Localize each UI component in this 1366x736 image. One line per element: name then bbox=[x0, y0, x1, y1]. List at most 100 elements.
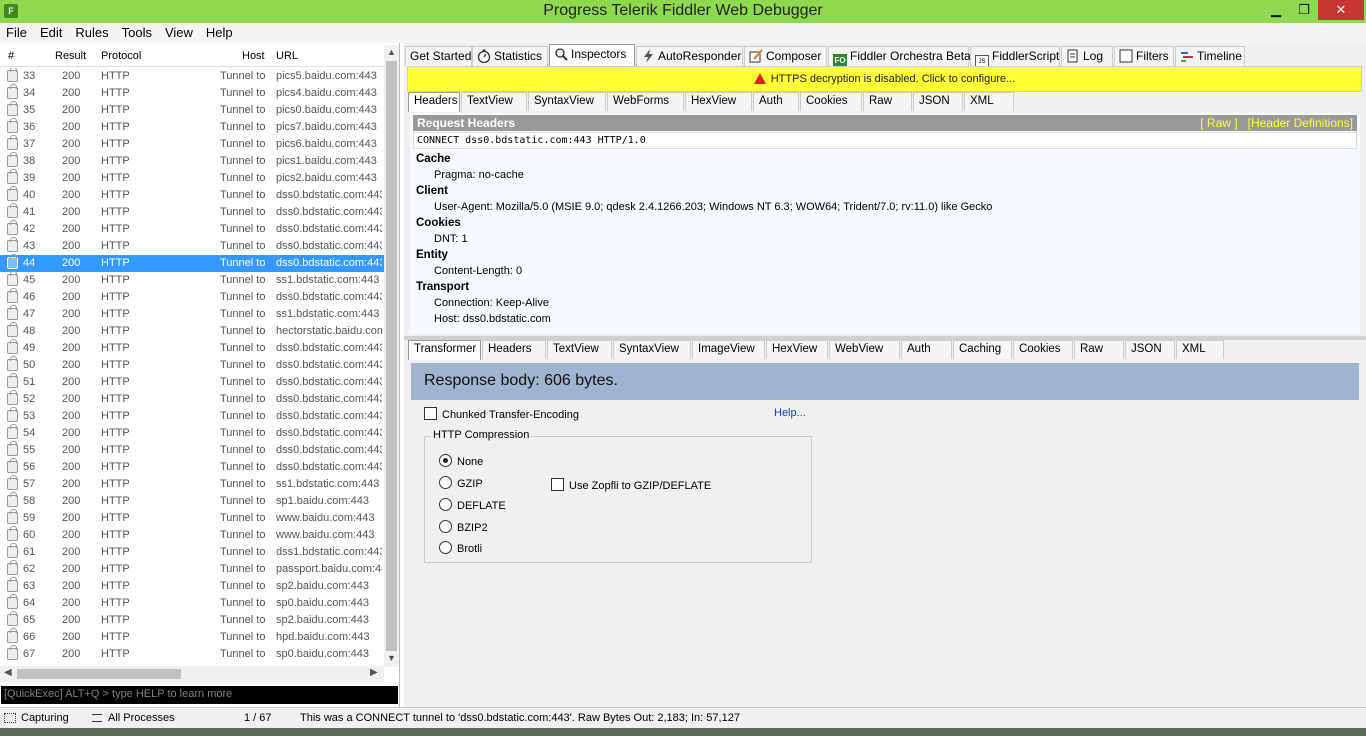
help-link[interactable]: Help... bbox=[774, 407, 806, 419]
column-protocol[interactable]: Protocol bbox=[101, 50, 141, 62]
header-value[interactable]: Host: dss0.bdstatic.com bbox=[434, 313, 551, 325]
table-row[interactable]: 39 200 HTTP Tunnel to pics2.baidu.com:443 bbox=[0, 169, 386, 187]
header-group-transport[interactable]: Transport bbox=[416, 281, 469, 293]
req-tab-json[interactable]: JSON bbox=[913, 92, 963, 111]
radio-bzip2[interactable]: BZIP2 bbox=[439, 520, 488, 534]
req-tab-auth[interactable]: Auth bbox=[753, 92, 799, 111]
header-value[interactable]: Pragma: no-cache bbox=[434, 169, 524, 181]
process-filter[interactable]: All Processes bbox=[108, 712, 175, 724]
capture-icon[interactable] bbox=[4, 713, 16, 723]
header-value[interactable]: Connection: Keep-Alive bbox=[434, 297, 549, 309]
header-group-entity[interactable]: Entity bbox=[416, 249, 448, 261]
resp-tab-transformer[interactable]: Transformer bbox=[408, 340, 481, 360]
scroll-up-arrow-icon[interactable]: ▲ bbox=[387, 47, 396, 57]
table-row[interactable]: 60 200 HTTP Tunnel to www.baidu.com:443 bbox=[0, 526, 386, 544]
table-row[interactable]: 53 200 HTTP Tunnel to dss0.bdstatic.com:443 bbox=[0, 407, 386, 425]
table-row[interactable]: 33 200 HTTP Tunnel to pics5.baidu.com:443 bbox=[0, 68, 386, 85]
header-group-cache[interactable]: Cache bbox=[416, 153, 451, 165]
req-tab-headers[interactable]: Headers bbox=[408, 92, 460, 112]
req-tab-webforms[interactable]: WebForms bbox=[607, 92, 684, 111]
quickexec-input[interactable]: [QuickExec] ALT+Q > type HELP to learn m… bbox=[1, 686, 398, 704]
scroll-down-arrow-icon[interactable]: ▼ bbox=[387, 653, 396, 663]
req-tab-raw[interactable]: Raw bbox=[863, 92, 912, 111]
table-row[interactable]: 40 200 HTTP Tunnel to dss0.bdstatic.com:443 bbox=[0, 186, 386, 204]
header-group-client[interactable]: Client bbox=[416, 185, 448, 197]
column-num[interactable]: # bbox=[8, 50, 14, 62]
https-decryption-banner[interactable]: HTTPS decryption is disabled. Click to c… bbox=[407, 66, 1362, 92]
resp-tab-cookies[interactable]: Cookies bbox=[1013, 340, 1073, 359]
tab-log[interactable]: Log bbox=[1061, 46, 1113, 66]
table-row[interactable]: 50 200 HTTP Tunnel to dss0.bdstatic.com:443 bbox=[0, 356, 386, 374]
radio-none[interactable]: None bbox=[439, 454, 483, 468]
tab-autoresponder[interactable]: AutoResponder bbox=[636, 46, 743, 66]
tab-get-started[interactable]: Get Started bbox=[405, 46, 472, 66]
req-tab-cookies[interactable]: Cookies bbox=[800, 92, 862, 111]
hscroll-thumb[interactable] bbox=[17, 669, 181, 679]
table-row[interactable]: 62 200 HTTP Tunnel to passport.baidu.com:443 bbox=[0, 560, 386, 578]
menu-view[interactable]: View bbox=[159, 23, 199, 40]
header-definitions-link[interactable]: [Header Definitions] bbox=[1248, 116, 1353, 130]
resp-tab-xml[interactable]: XML bbox=[1176, 340, 1224, 359]
resp-tab-raw[interactable]: Raw bbox=[1074, 340, 1124, 359]
table-row[interactable]: 43 200 HTTP Tunnel to dss0.bdstatic.com:443 bbox=[0, 237, 386, 255]
menu-edit[interactable]: Edit bbox=[34, 23, 68, 40]
header-value[interactable]: Content-Length: 0 bbox=[434, 265, 522, 277]
table-row[interactable]: 56 200 HTTP Tunnel to dss0.bdstatic.com:443 bbox=[0, 458, 386, 476]
table-row[interactable]: 38 200 HTTP Tunnel to pics1.baidu.com:443 bbox=[0, 152, 386, 170]
maximize-button[interactable]: ❐ bbox=[1290, 0, 1318, 20]
resp-tab-syntaxview[interactable]: SyntaxView bbox=[613, 340, 691, 359]
tab-fiddlerscript[interactable]: JS FiddlerScript bbox=[970, 46, 1060, 69]
resp-tab-webview[interactable]: WebView bbox=[829, 340, 900, 359]
resp-tab-auth[interactable]: Auth bbox=[901, 340, 952, 359]
table-row[interactable]: 51 200 HTTP Tunnel to dss0.bdstatic.com:443 bbox=[0, 373, 386, 391]
tab-timeline[interactable]: Timeline bbox=[1175, 46, 1245, 66]
header-group-cookies[interactable]: Cookies bbox=[416, 217, 461, 229]
raw-link[interactable]: [ Raw ] bbox=[1200, 116, 1237, 130]
table-row[interactable]: 52 200 HTTP Tunnel to dss0.bdstatic.com:443 bbox=[0, 390, 386, 408]
table-row[interactable]: 47 200 HTTP Tunnel to ss1.bdstatic.com:443 bbox=[0, 305, 386, 323]
menu-file[interactable]: File bbox=[0, 23, 33, 40]
menu-tools[interactable]: Tools bbox=[116, 23, 158, 40]
zopfli-checkbox[interactable]: Use Zopfli to GZIP/DEFLATE bbox=[551, 478, 711, 492]
menu-rules[interactable]: Rules bbox=[69, 23, 114, 40]
column-result[interactable]: Result bbox=[55, 50, 86, 62]
table-row[interactable]: 42 200 HTTP Tunnel to dss0.bdstatic.com:443 bbox=[0, 220, 386, 238]
table-row[interactable]: 46 200 HTTP Tunnel to dss0.bdstatic.com:443 bbox=[0, 288, 386, 306]
table-row[interactable]: 61 200 HTTP Tunnel to dss1.bdstatic.com:443 bbox=[0, 543, 386, 561]
req-tab-textview[interactable]: TextView bbox=[461, 92, 527, 111]
table-row[interactable]: 44 200 HTTP Tunnel to dss0.bdstatic.com:443 bbox=[0, 254, 386, 272]
tab-composer[interactable]: Composer bbox=[744, 46, 827, 66]
radio-brotli[interactable]: Brotli bbox=[439, 541, 482, 555]
scroll-right-arrow-icon[interactable]: ▶ bbox=[370, 667, 378, 678]
resp-tab-caching[interactable]: Caching bbox=[953, 340, 1012, 359]
table-row[interactable]: 57 200 HTTP Tunnel to ss1.bdstatic.com:443 bbox=[0, 475, 386, 493]
req-tab-hexview[interactable]: HexView bbox=[685, 92, 752, 111]
sessions-horizontal-scrollbar[interactable]: ◀ ▶ bbox=[0, 666, 384, 682]
table-row[interactable]: 63 200 HTTP Tunnel to sp2.baidu.com:443 bbox=[0, 577, 386, 595]
table-row[interactable]: 37 200 HTTP Tunnel to pics6.baidu.com:443 bbox=[0, 135, 386, 153]
menu-help[interactable]: Help bbox=[200, 23, 239, 40]
table-row[interactable]: 54 200 HTTP Tunnel to dss0.bdstatic.com:443 bbox=[0, 424, 386, 442]
table-row[interactable]: 49 200 HTTP Tunnel to dss0.bdstatic.com:443 bbox=[0, 339, 386, 357]
column-url[interactable]: URL bbox=[276, 50, 298, 62]
column-host[interactable]: Host bbox=[242, 50, 265, 62]
header-value[interactable]: User-Agent: Mozilla/5.0 (MSIE 9.0; qdesk… bbox=[434, 201, 992, 213]
radio-deflate[interactable]: DEFLATE bbox=[439, 498, 506, 512]
table-row[interactable]: 67 200 HTTP Tunnel to sp0.baidu.com:443 bbox=[0, 645, 386, 663]
radio-gzip[interactable]: GZIP bbox=[439, 476, 483, 490]
table-row[interactable]: 64 200 HTTP Tunnel to sp0.baidu.com:443 bbox=[0, 594, 386, 612]
table-row[interactable]: 48 200 HTTP Tunnel to hectorstatic.baidu.com bbox=[0, 322, 386, 340]
scroll-left-arrow-icon[interactable]: ◀ bbox=[4, 667, 12, 678]
req-tab-xml[interactable]: XML bbox=[964, 92, 1014, 111]
resp-tab-hexview[interactable]: HexView bbox=[766, 340, 828, 359]
table-row[interactable]: 65 200 HTTP Tunnel to sp2.baidu.com:443 bbox=[0, 611, 386, 629]
chunked-checkbox[interactable]: Chunked Transfer-Encoding bbox=[424, 407, 579, 421]
table-row[interactable]: 66 200 HTTP Tunnel to hpd.baidu.com:443 bbox=[0, 628, 386, 646]
resp-tab-headers[interactable]: Headers bbox=[482, 340, 546, 359]
resp-tab-json[interactable]: JSON bbox=[1125, 340, 1175, 359]
sessions-vertical-scrollbar[interactable]: ▲ ▼ bbox=[384, 45, 399, 667]
req-tab-syntaxview[interactable]: SyntaxView bbox=[528, 92, 606, 111]
table-row[interactable]: 59 200 HTTP Tunnel to www.baidu.com:443 bbox=[0, 509, 386, 527]
tab-inspectors[interactable]: Inspectors bbox=[549, 44, 635, 67]
table-row[interactable]: 41 200 HTTP Tunnel to dss0.bdstatic.com:443 bbox=[0, 203, 386, 221]
